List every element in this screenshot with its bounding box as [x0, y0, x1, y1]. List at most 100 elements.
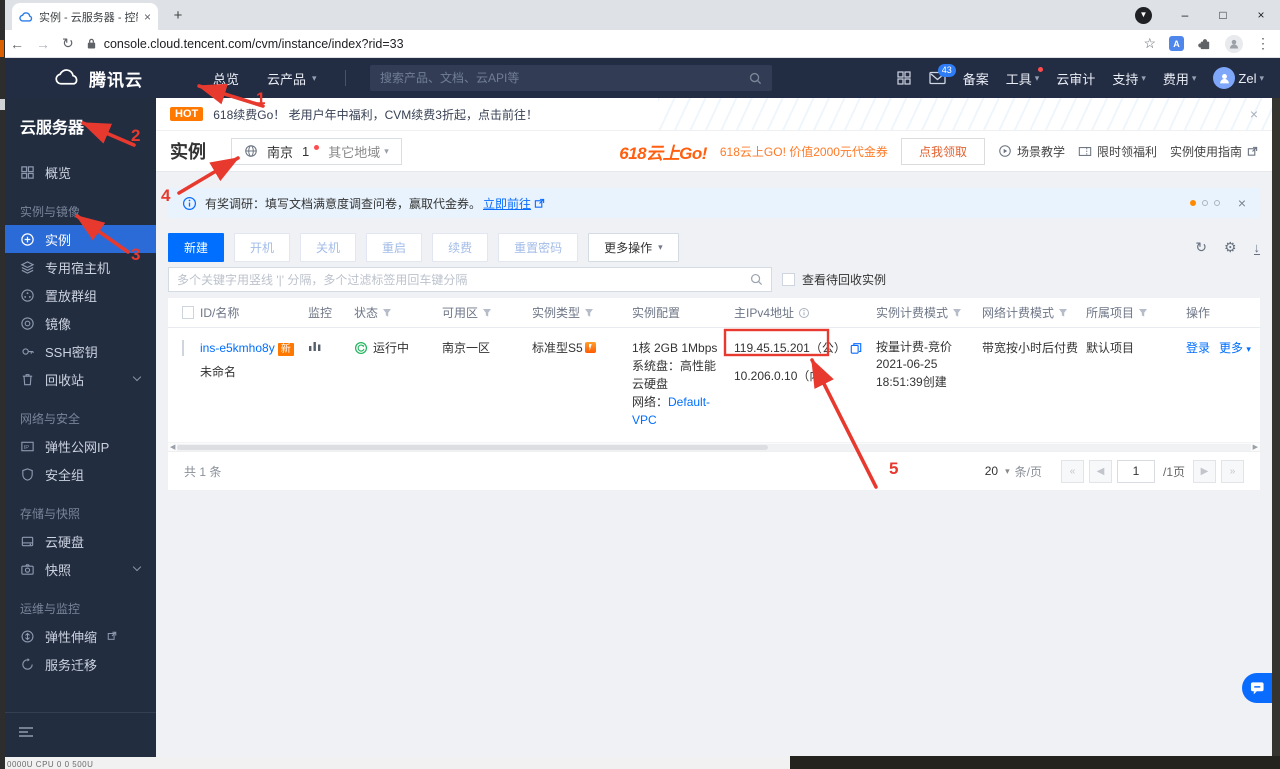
browser-update-icon[interactable]: ▼ — [1135, 6, 1152, 24]
browser-tab[interactable]: 实例 - 云服务器 - 控制台 × — [12, 3, 158, 30]
power-on-button[interactable]: 开机 — [234, 233, 291, 262]
sidebar-item-ssh-keys[interactable]: SSH密钥 — [0, 337, 156, 365]
scroll-right-icon[interactable]: ▶ — [1253, 444, 1258, 451]
sidebar-item-recycle-bin[interactable]: 回收站 — [0, 365, 156, 393]
filter-funnel-icon[interactable] — [584, 308, 594, 318]
scene-tutorial-link[interactable]: 场景教学 — [998, 143, 1065, 160]
console-grid-icon[interactable] — [896, 70, 912, 86]
claim-coupon-button[interactable]: 点我领取 — [900, 137, 985, 165]
instance-filter-input[interactable] — [177, 272, 750, 287]
sidebar-item-cloud-disk[interactable]: 云硬盘 — [0, 527, 156, 555]
nav-billing[interactable]: 费用 ▾ — [1163, 69, 1197, 88]
browser-menu-icon[interactable]: ⋮ — [1256, 35, 1270, 52]
window-minimize-button[interactable]: – — [1166, 8, 1204, 22]
collapse-sidebar-icon[interactable] — [18, 726, 34, 738]
window-close-button[interactable]: × — [1242, 8, 1280, 22]
omnibox[interactable]: console.cloud.tencent.com/cvm/instance/i… — [86, 37, 1132, 51]
window-maximize-button[interactable]: □ — [1204, 8, 1242, 22]
limited-benefit-link[interactable]: 限时领福利 — [1078, 143, 1157, 160]
scrollbar-thumb[interactable] — [177, 444, 768, 450]
col-billing[interactable]: 实例计费模式 — [876, 304, 982, 321]
banner-close-icon[interactable]: × — [1250, 106, 1258, 122]
filter-funnel-icon[interactable] — [482, 308, 492, 318]
more-action[interactable]: 更多 ▾ — [1219, 339, 1251, 357]
create-instance-button[interactable]: 新建 — [168, 233, 225, 262]
bookmark-star-icon[interactable]: ☆ — [1143, 35, 1156, 52]
region-selector[interactable]: 南京 1 其它地域 ▾ — [231, 137, 402, 165]
instance-filter-box[interactable] — [168, 267, 772, 292]
nav-tools[interactable]: 工具 ▾ — [1006, 66, 1044, 88]
restart-button[interactable]: 重启 — [366, 233, 423, 262]
sidebar-item-placement-group[interactable]: 置放群组 — [0, 281, 156, 309]
reload-icon[interactable]: ↻ — [62, 35, 74, 52]
search-icon[interactable] — [750, 273, 763, 286]
browser-profile-avatar[interactable] — [1225, 34, 1243, 53]
copy-icon[interactable] — [850, 342, 862, 354]
more-actions-button[interactable]: 更多操作 ▾ — [588, 233, 679, 262]
top-search-box[interactable] — [370, 65, 772, 91]
col-zone[interactable]: 可用区 — [442, 304, 532, 321]
page-number-input[interactable] — [1116, 459, 1155, 483]
reset-password-button[interactable]: 重置密码 — [498, 233, 579, 262]
nav-products[interactable]: 云产品 ▾ — [267, 69, 317, 88]
next-page-button[interactable]: ▶ — [1193, 459, 1216, 483]
tencent-logo[interactable]: 腾讯云 — [54, 66, 143, 91]
translate-extension-icon[interactable]: A — [1169, 36, 1184, 51]
messages-icon[interactable]: 43 — [929, 64, 956, 85]
filter-funnel-icon[interactable] — [1058, 308, 1068, 318]
cell-monitor[interactable] — [308, 339, 354, 357]
sidebar-item-service-migration[interactable]: 服务迁移 — [0, 650, 156, 678]
carousel-dot[interactable] — [1213, 200, 1220, 206]
tab-close-icon[interactable]: × — [144, 11, 151, 23]
col-network-billing[interactable]: 网络计费模式 — [982, 304, 1086, 321]
sidebar-item-overview[interactable]: 概览 — [0, 158, 156, 186]
sidebar-item-snapshots[interactable]: 快照 — [0, 555, 156, 583]
new-tab-button[interactable]: + — [166, 4, 190, 28]
power-off-button[interactable]: 关机 — [300, 233, 357, 262]
nav-support[interactable]: 支持 ▾ — [1112, 69, 1146, 88]
renew-button[interactable]: 续费 — [432, 233, 489, 262]
col-project[interactable]: 所属项目 — [1086, 304, 1186, 321]
download-icon[interactable]: ↓ — [1253, 241, 1260, 255]
refresh-icon[interactable]: ↻ — [1195, 239, 1207, 256]
settings-gear-icon[interactable]: ⚙ — [1224, 239, 1237, 256]
sidebar-item-security-groups[interactable]: 安全组 — [0, 460, 156, 488]
nav-beian[interactable]: 备案 — [963, 69, 989, 88]
carousel-dot-active[interactable] — [1189, 200, 1196, 206]
nav-overview[interactable]: 总览 — [213, 69, 239, 88]
promo-banner[interactable]: HOT 618续费Go！ 老用户年中福利，CVM续费3折起，点击前往！ × — [156, 98, 1272, 131]
last-page-button[interactable]: » — [1221, 459, 1244, 483]
filter-funnel-icon[interactable] — [952, 308, 962, 318]
sidebar-item-dedicated-host[interactable]: 专用宿主机 — [0, 253, 156, 281]
chat-support-button[interactable] — [1242, 673, 1272, 703]
extensions-puzzle-icon[interactable] — [1197, 36, 1212, 51]
nav-cloud-audit[interactable]: 云审计 — [1056, 69, 1095, 88]
forward-icon[interactable]: → — [36, 36, 50, 52]
sidebar-item-images[interactable]: 镜像 — [0, 309, 156, 337]
scrollbar-track[interactable] — [177, 443, 1251, 451]
survey-go-link[interactable]: 立即前往 — [483, 195, 531, 212]
monitor-chart-icon[interactable] — [308, 339, 322, 352]
row-checkbox[interactable] — [182, 340, 184, 356]
select-all-checkbox[interactable] — [182, 306, 194, 319]
instance-id-link[interactable]: ins-e5kmho8y — [200, 341, 275, 355]
notice-close-icon[interactable]: × — [1238, 195, 1246, 211]
col-type[interactable]: 实例类型 — [532, 304, 632, 321]
col-status[interactable]: 状态 — [354, 304, 442, 321]
sidebar-item-eip[interactable]: IP 弹性公网IP — [0, 432, 156, 460]
top-search-input[interactable] — [380, 71, 749, 85]
sidebar-item-instances[interactable]: 实例 — [0, 225, 156, 253]
info-icon[interactable] — [798, 307, 810, 319]
sidebar-item-auto-scaling[interactable]: 弹性伸缩 — [0, 622, 156, 650]
page-size-value[interactable]: 20 — [985, 464, 998, 478]
instance-guide-link[interactable]: 实例使用指南 — [1170, 143, 1258, 160]
horizontal-scrollbar[interactable]: ◀ ▶ — [168, 443, 1260, 452]
carousel-dot[interactable] — [1201, 200, 1208, 206]
prev-page-button[interactable]: ◀ — [1088, 459, 1112, 483]
login-action[interactable]: 登录 — [1186, 339, 1210, 357]
scroll-left-icon[interactable]: ◀ — [170, 444, 175, 451]
account-menu[interactable]: Zel ▾ — [1213, 67, 1264, 89]
instance-row[interactable]: ins-e5kmho8y 新 未命名 运行中 南京一区 标准型S5 1核 2GB … — [168, 328, 1260, 443]
first-page-button[interactable]: « — [1060, 459, 1084, 483]
other-regions-dropdown[interactable]: 其它地域 ▾ — [328, 142, 389, 161]
